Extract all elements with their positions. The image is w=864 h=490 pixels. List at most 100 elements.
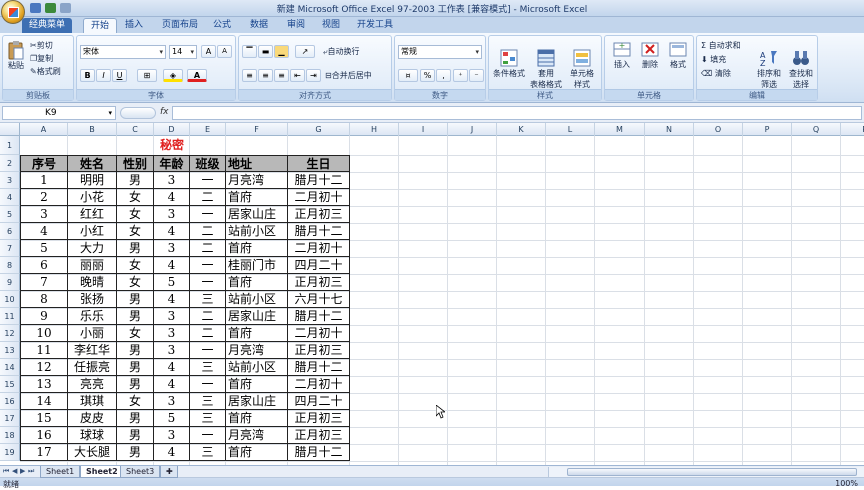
- table-cell[interactable]: 4: [20, 223, 68, 240]
- row-header-15[interactable]: 15: [0, 376, 20, 393]
- row-header-6[interactable]: 6: [0, 223, 20, 240]
- table-header-cell[interactable]: 序号: [20, 155, 68, 172]
- table-cell[interactable]: 二: [190, 189, 226, 206]
- column-header-i[interactable]: I: [399, 123, 448, 136]
- tab-review[interactable]: 审阅: [280, 18, 312, 33]
- horizontal-scrollbar[interactable]: [548, 467, 864, 477]
- row-header-7[interactable]: 7: [0, 240, 20, 257]
- table-cell[interactable]: 9: [20, 308, 68, 325]
- fill-button[interactable]: ⬇ 填充: [701, 54, 726, 65]
- table-cell[interactable]: 月亮湾: [226, 427, 288, 444]
- table-cell[interactable]: 居家山庄: [226, 308, 288, 325]
- table-cell[interactable]: 4: [154, 444, 190, 461]
- tab-data[interactable]: 数据: [243, 18, 275, 33]
- format-painter-button[interactable]: ✎格式刷: [30, 66, 61, 77]
- table-cell[interactable]: 10: [20, 325, 68, 342]
- table-cell[interactable]: 男: [117, 342, 154, 359]
- table-cell[interactable]: 晚晴: [68, 274, 117, 291]
- table-cell[interactable]: 二月初十: [288, 240, 350, 257]
- cut-button[interactable]: ✂剪切: [30, 40, 53, 51]
- table-cell[interactable]: 正月初三: [288, 427, 350, 444]
- table-cell[interactable]: 17: [20, 444, 68, 461]
- table-cell[interactable]: 4: [154, 257, 190, 274]
- table-cell[interactable]: 15: [20, 410, 68, 427]
- table-cell[interactable]: 张扬: [68, 291, 117, 308]
- row-header-17[interactable]: 17: [0, 410, 20, 427]
- table-cell[interactable]: 3: [154, 427, 190, 444]
- table-cell[interactable]: 女: [117, 257, 154, 274]
- prev-sheet-icon[interactable]: ◀: [12, 467, 17, 475]
- table-cell[interactable]: 5: [154, 274, 190, 291]
- row-header-2[interactable]: 2: [0, 155, 20, 172]
- table-cell[interactable]: 正月初三: [288, 410, 350, 427]
- table-cell[interactable]: 正月初三: [288, 342, 350, 359]
- table-cell[interactable]: 站前小区: [226, 291, 288, 308]
- table-cell[interactable]: 正月初三: [288, 206, 350, 223]
- tab-view[interactable]: 视图: [315, 18, 347, 33]
- row-header-13[interactable]: 13: [0, 342, 20, 359]
- table-cell[interactable]: 男: [117, 376, 154, 393]
- table-cell[interactable]: 3: [154, 206, 190, 223]
- sheet-tab-1[interactable]: Sheet1: [40, 466, 81, 478]
- table-cell[interactable]: 5: [20, 240, 68, 257]
- worksheet-grid[interactable]: ABCDEFGHIJKLMNOPQR 123456789101112131415…: [0, 123, 864, 465]
- row-header-14[interactable]: 14: [0, 359, 20, 376]
- tab-classic-menu[interactable]: 经典菜单: [22, 18, 73, 33]
- table-cell[interactable]: 首府: [226, 189, 288, 206]
- column-header-f[interactable]: F: [226, 123, 288, 136]
- column-header-l[interactable]: L: [546, 123, 595, 136]
- table-cell[interactable]: 红红: [68, 206, 117, 223]
- table-cell[interactable]: 一: [190, 206, 226, 223]
- table-cell[interactable]: 二月初十: [288, 189, 350, 206]
- table-cell[interactable]: 小红: [68, 223, 117, 240]
- table-cell[interactable]: 站前小区: [226, 223, 288, 240]
- table-cell[interactable]: 李红华: [68, 342, 117, 359]
- column-header-h[interactable]: H: [350, 123, 399, 136]
- table-cell[interactable]: 4: [154, 359, 190, 376]
- table-header-cell[interactable]: 生日: [288, 155, 350, 172]
- table-cell[interactable]: 居家山庄: [226, 393, 288, 410]
- table-cell[interactable]: 14: [20, 393, 68, 410]
- column-header-b[interactable]: B: [68, 123, 117, 136]
- table-cell[interactable]: 男: [117, 427, 154, 444]
- formula-input[interactable]: [172, 106, 862, 120]
- table-cell[interactable]: 女: [117, 206, 154, 223]
- currency-button[interactable]: ¤: [398, 69, 418, 82]
- table-cell[interactable]: 三: [190, 444, 226, 461]
- table-title[interactable]: 秘密: [154, 136, 190, 155]
- column-header-r[interactable]: R: [841, 123, 864, 136]
- tab-developer[interactable]: 开发工具: [350, 18, 400, 33]
- column-header-q[interactable]: Q: [792, 123, 841, 136]
- table-cell[interactable]: 二: [190, 240, 226, 257]
- row-header-3[interactable]: 3: [0, 172, 20, 189]
- table-cell[interactable]: 13: [20, 376, 68, 393]
- align-bottom-button[interactable]: ▁: [274, 45, 289, 58]
- column-header-a[interactable]: A: [20, 123, 68, 136]
- table-cell[interactable]: 4: [154, 376, 190, 393]
- sheet-tab-3[interactable]: Sheet3: [120, 466, 161, 478]
- table-cell[interactable]: 一: [190, 257, 226, 274]
- table-cell[interactable]: 居家山庄: [226, 206, 288, 223]
- table-cell[interactable]: 男: [117, 291, 154, 308]
- table-cell[interactable]: 3: [154, 325, 190, 342]
- row-header-9[interactable]: 9: [0, 274, 20, 291]
- row-header-12[interactable]: 12: [0, 325, 20, 342]
- align-left-button[interactable]: ≡: [242, 69, 257, 82]
- table-cell[interactable]: 2: [20, 189, 68, 206]
- table-cell[interactable]: 三: [190, 359, 226, 376]
- table-cell[interactable]: 3: [154, 172, 190, 189]
- tab-insert[interactable]: 插入: [118, 18, 150, 33]
- column-header-j[interactable]: J: [448, 123, 497, 136]
- table-cell[interactable]: 腊月十二: [288, 223, 350, 240]
- table-cell[interactable]: 球球: [68, 427, 117, 444]
- table-cell[interactable]: 首府: [226, 325, 288, 342]
- table-cell[interactable]: 首府: [226, 376, 288, 393]
- table-cell[interactable]: 11: [20, 342, 68, 359]
- table-cell[interactable]: 男: [117, 172, 154, 189]
- table-cell[interactable]: 腊月十二: [288, 308, 350, 325]
- table-header-cell[interactable]: 姓名: [68, 155, 117, 172]
- table-cell[interactable]: 7: [20, 274, 68, 291]
- column-header-d[interactable]: D: [154, 123, 190, 136]
- table-cell[interactable]: 小花: [68, 189, 117, 206]
- table-cell[interactable]: 三: [190, 291, 226, 308]
